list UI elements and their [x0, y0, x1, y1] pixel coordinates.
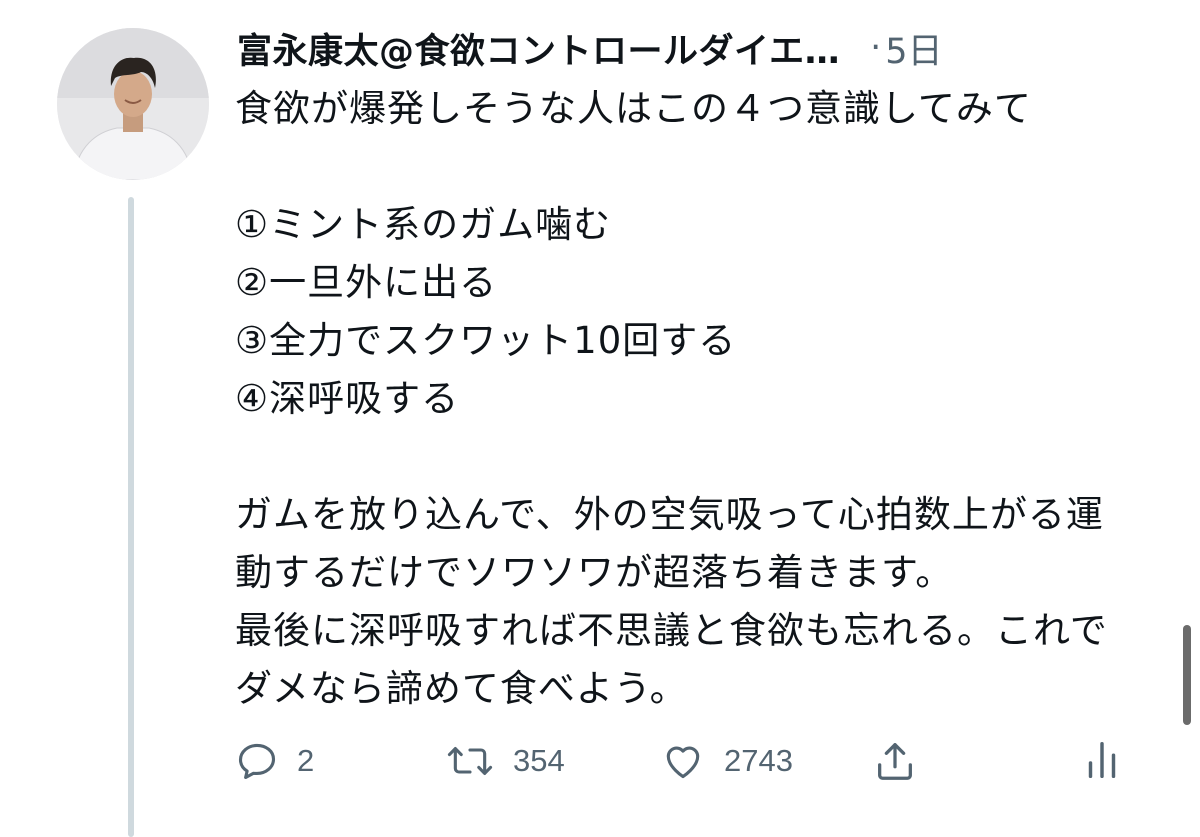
scrollbar-thumb[interactable] [1183, 625, 1191, 725]
reply-icon [238, 743, 276, 780]
tweet-text: 食欲が爆発しそうな人はこの４つ意識してみて ①ミント系のガム噛む ②一旦外に出る… [235, 87, 1108, 710]
reply-count: 2 [297, 743, 315, 778]
share-button[interactable] [872, 733, 918, 789]
like-button[interactable]: 2743 [660, 733, 793, 789]
tweet-actions: 2 354 2743 [0, 733, 1200, 789]
like-count: 2743 [724, 743, 793, 778]
retweet-icon [447, 746, 493, 776]
tweet-header: 富永康太@食欲コントロールダイエ… · 5日 [237, 22, 943, 74]
heart-icon [666, 746, 700, 779]
avatar-photo [57, 28, 209, 180]
retweet-button[interactable]: 354 [445, 733, 565, 789]
reply-button[interactable]: 2 [235, 733, 314, 789]
separator-dot: · [870, 28, 882, 68]
author-name[interactable]: 富永康太@食欲コントロールダイエ… [237, 23, 840, 74]
share-icon [878, 743, 912, 780]
tweet-timestamp[interactable]: 5日 [885, 23, 942, 74]
avatar[interactable] [57, 28, 209, 180]
retweet-count: 354 [513, 743, 565, 778]
analytics-button[interactable] [1084, 733, 1120, 789]
analytics-icon [1088, 742, 1116, 779]
